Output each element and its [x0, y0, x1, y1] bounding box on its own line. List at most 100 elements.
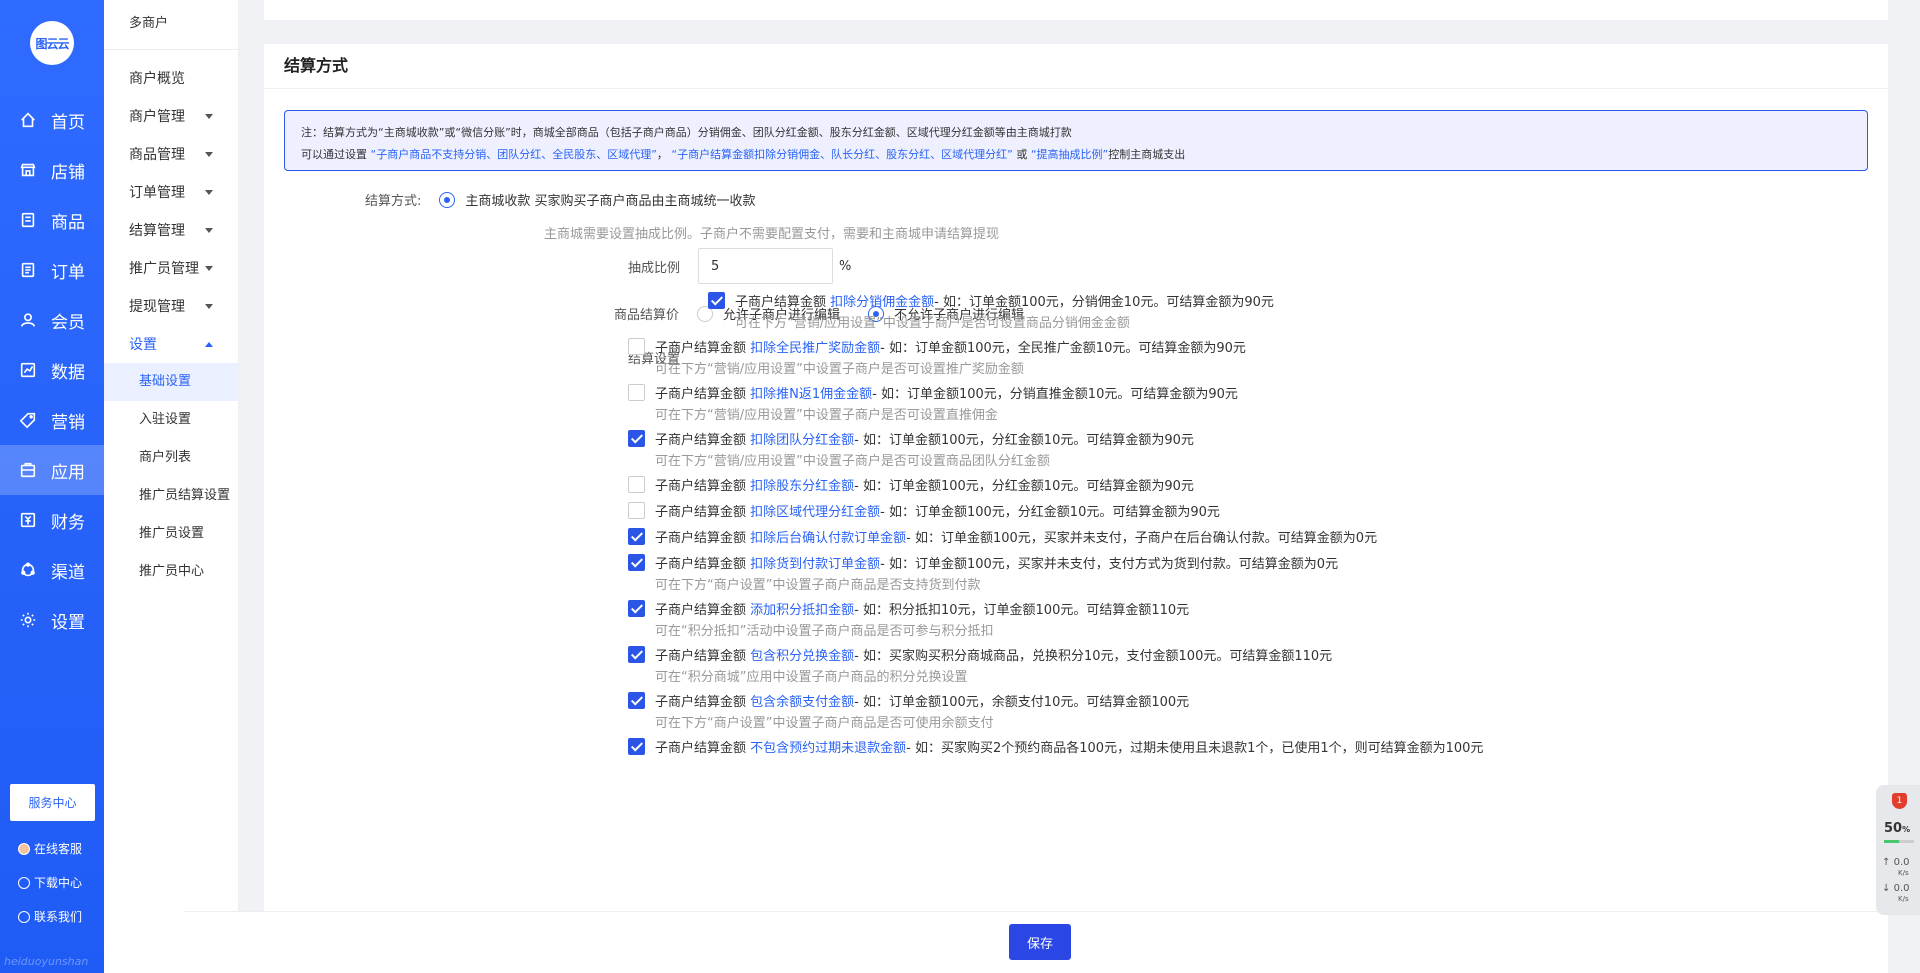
sub-nav-list: 商户概览商户管理商品管理订单管理结算管理 推广员管理提现管理设置基础设置 入驻设置商…	[104, 50, 238, 591]
sub-nav-item-label: 设置	[129, 337, 157, 353]
nav-item-label: 渠道	[51, 562, 85, 583]
settle-option-checkbox[interactable]	[628, 338, 645, 355]
settle-option-link[interactable]: 包含余额支付金额	[750, 691, 854, 710]
settle-option-8: 子商户结算金额 添加积分抵扣金额 - 如：积分抵扣10元，订单金额100元。可结…	[628, 599, 1189, 618]
sub-nav-item-7[interactable]: 设置	[104, 325, 238, 363]
settle-option-prefix: 子商户结算金额	[655, 531, 747, 546]
settlement-method-radio[interactable]	[439, 191, 456, 208]
nav-item-label: 数据	[51, 362, 85, 383]
settle-option-link[interactable]: 扣除全民推广奖励金额	[750, 337, 880, 356]
settle-option-link[interactable]: 扣除团队分红金额	[750, 429, 854, 448]
settle-option-desc: - 如：买家购买积分商城商品，兑换积分10元，支付金额100元。可结算金额110…	[854, 649, 1333, 664]
upload-speed: ↑ 0.0	[1882, 857, 1910, 868]
settle-option-checkbox[interactable]	[628, 646, 645, 663]
settle-option-link[interactable]: 扣除分销佣金金额	[830, 291, 934, 310]
settle-option-checkbox[interactable]	[628, 692, 645, 709]
nav-item-label: 首页	[51, 112, 85, 133]
settle-option-prefix: 子商户结算金额	[655, 741, 747, 756]
sub-nav-item-5[interactable]: 推广员管理	[104, 249, 238, 287]
chevron-down-icon	[205, 303, 213, 309]
chevron-down-icon	[205, 151, 213, 157]
settle-option-link[interactable]: 添加积分抵扣金额	[750, 599, 854, 618]
settle-option-tip: 可在“积分抵扣”活动中设置子商户商品是否可参与积分抵扣	[655, 624, 994, 639]
download-speed-unit: K/s	[1898, 895, 1909, 903]
settle-option-checkbox[interactable]	[708, 292, 725, 309]
sub-nav-item-0[interactable]: 商户概览	[104, 59, 238, 97]
settle-option-link[interactable]: 扣除股东分红金额	[750, 475, 854, 494]
nav-item-2[interactable]: 商品	[0, 195, 104, 245]
settle-option-link[interactable]: 扣除推N返1佣金金额	[750, 383, 872, 402]
settle-option-desc: - 如：订单金额100元，分销佣金10元。可结算金额为90元	[934, 295, 1274, 310]
sub-sidebar-title: 多商户	[104, 0, 238, 50]
commission-ratio-unit: %	[839, 258, 852, 274]
sub-nav-child-2[interactable]: 商户列表	[104, 439, 238, 477]
top-card	[264, 0, 1888, 20]
arrow-down-icon: ↓	[1882, 883, 1891, 894]
settle-option-link[interactable]: 扣除后台确认付款订单金额	[750, 527, 906, 546]
sub-nav-item-label: 订单管理	[129, 185, 185, 201]
chevron-down-icon	[205, 113, 213, 119]
nav-item-5[interactable]: 数据	[0, 345, 104, 395]
online-service-link[interactable]: 在线客服	[18, 840, 82, 857]
service-center-button[interactable]: 服务中心	[10, 784, 95, 821]
goods-price-label: 商品结算价	[614, 308, 680, 323]
commission-ratio-label: 抽成比例	[628, 260, 681, 276]
commission-ratio-row: 抽成比例 %	[628, 248, 851, 284]
sub-nav-child-0[interactable]: 基础设置	[104, 363, 238, 401]
commission-ratio-input[interactable]	[698, 248, 834, 284]
sub-nav-item-label: 商品管理	[129, 147, 185, 163]
settle-option-checkbox[interactable]	[628, 528, 645, 545]
sub-nav-item-2[interactable]: 商品管理	[104, 135, 238, 173]
settle-option-checkbox[interactable]	[628, 600, 645, 617]
settle-option-link[interactable]: 不包含预约过期未退款金额	[750, 737, 906, 756]
sub-nav-child-3[interactable]: 推广员结算设置	[104, 477, 238, 515]
sub-nav-item-label: 提现管理	[129, 299, 185, 315]
settle-option-link[interactable]: 扣除区域代理分红金额	[750, 501, 880, 520]
tag-icon	[19, 411, 37, 429]
chevron-down-icon	[205, 265, 213, 271]
nav-item-9[interactable]: 渠道	[0, 545, 104, 595]
settlement-method-tip: 主商城需要设置抽成比例。子商户不需要配置支付，需要和主商城申请结算提现	[544, 227, 1000, 242]
sub-nav-item-3[interactable]: 订单管理	[104, 173, 238, 211]
settle-option-checkbox[interactable]	[628, 476, 645, 493]
nav-item-label: 商品	[51, 212, 85, 233]
sub-nav-item-4[interactable]: 结算管理	[104, 211, 238, 249]
contact-us-link[interactable]: 联系我们	[18, 908, 82, 925]
cpu-percent: 50%	[1884, 821, 1911, 836]
upload-speed-unit: K/s	[1898, 869, 1909, 877]
cpu-bar	[1884, 840, 1914, 843]
sub-nav-child-1[interactable]: 入驻设置	[104, 401, 238, 439]
sub-nav-item-1[interactable]: 商户管理	[104, 97, 238, 135]
settle-option-1: 子商户结算金额 扣除全民推广奖励金额 - 如：订单金额100元，全民推广金额10…	[628, 337, 1246, 356]
sub-nav-child-4[interactable]: 推广员设置	[104, 515, 238, 553]
settle-option-link[interactable]: 包含积分兑换金额	[750, 645, 854, 664]
save-button[interactable]: 保存	[1009, 924, 1071, 960]
channel-icon	[19, 561, 37, 579]
settle-option-checkbox[interactable]	[628, 384, 645, 401]
nav-item-label: 应用	[51, 462, 85, 483]
nav-item-7[interactable]: 应用	[0, 445, 104, 495]
settle-option-checkbox[interactable]	[628, 738, 645, 755]
nav-item-0[interactable]: 首页	[0, 95, 104, 145]
main-nav: 首页店铺商品订单 会员数据营销应用财务渠道设置	[0, 95, 104, 645]
sub-nav-item-label: 商户管理	[129, 109, 185, 125]
nav-item-label: 财务	[51, 512, 85, 533]
settle-option-tip: 可在下方“营销/应用设置”中设置子商户是否可设置商品团队分红金额	[655, 454, 1050, 469]
settle-option-checkbox[interactable]	[628, 430, 645, 447]
nav-item-1[interactable]: 店铺	[0, 145, 104, 195]
download-center-link[interactable]: 下载中心	[18, 874, 82, 891]
nav-item-8[interactable]: 财务	[0, 495, 104, 545]
nav-item-10[interactable]: 设置	[0, 595, 104, 645]
settle-option-checkbox[interactable]	[628, 502, 645, 519]
app-logo[interactable]: 图云云	[30, 21, 74, 65]
sub-nav-child-5[interactable]: 推广员中心	[104, 553, 238, 591]
settle-option-checkbox[interactable]	[628, 554, 645, 571]
nav-item-label: 店铺	[51, 162, 85, 183]
nav-item-4[interactable]: 会员	[0, 295, 104, 345]
sub-nav-item-6[interactable]: 提现管理	[104, 287, 238, 325]
system-monitor-widget[interactable]: 1 50% ↑ 0.0 K/s ↓ 0.0 K/s	[1876, 785, 1920, 915]
nav-item-6[interactable]: 营销	[0, 395, 104, 445]
nav-item-3[interactable]: 订单	[0, 245, 104, 295]
settle-option-prefix: 子商户结算金额	[655, 479, 747, 494]
settle-option-link[interactable]: 扣除货到付款订单金额	[750, 553, 880, 572]
